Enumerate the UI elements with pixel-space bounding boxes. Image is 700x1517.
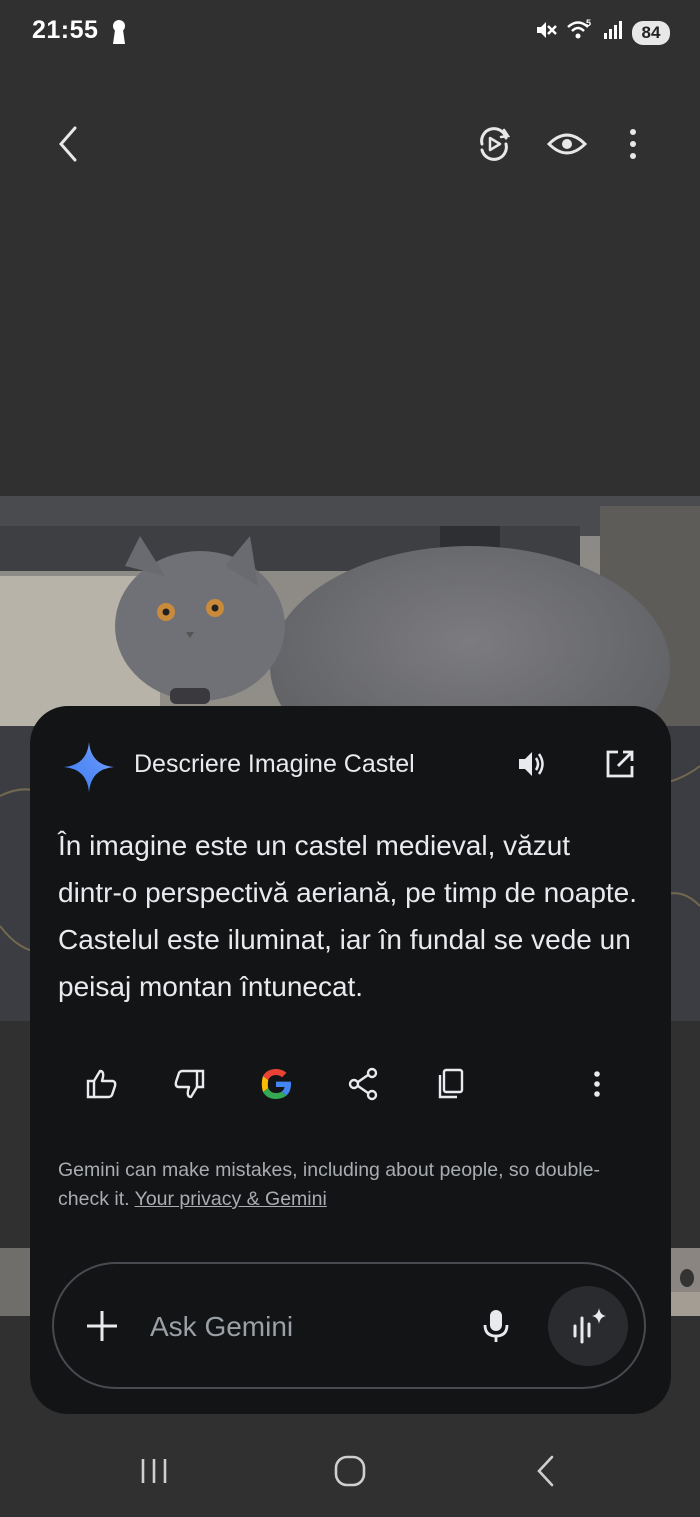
thumbs-up-icon	[86, 1069, 117, 1099]
wifi-5-icon: 5	[566, 18, 594, 47]
recents-icon	[141, 1459, 167, 1483]
gemini-live-icon	[573, 1308, 606, 1344]
system-nav-bar	[0, 1430, 700, 1517]
remaster-button[interactable]	[462, 112, 526, 176]
recents-button[interactable]	[124, 1446, 184, 1496]
gemini-overlay-card: Descriere Imagine Castel În imagine este…	[30, 706, 671, 1414]
system-back-button[interactable]	[516, 1446, 576, 1496]
google-search-button[interactable]	[248, 1056, 304, 1112]
gallery-toolbar	[0, 112, 700, 176]
gemini-card-header: Descriere Imagine Castel	[30, 736, 671, 796]
gemini-live-button[interactable]	[548, 1286, 628, 1366]
back-icon	[537, 1455, 554, 1487]
signal-icon	[602, 19, 624, 46]
more-vert-icon	[630, 129, 636, 159]
read-aloud-button[interactable]	[510, 742, 554, 786]
keyhole-lock-icon	[110, 19, 128, 50]
status-icons: 5 84	[534, 18, 670, 47]
thumbs-down-button[interactable]	[161, 1056, 217, 1112]
view-button[interactable]	[535, 112, 599, 176]
gemini-card-title: Descriere Imagine Castel	[134, 750, 415, 778]
google-icon	[261, 1069, 291, 1099]
more-actions-button[interactable]	[569, 1056, 625, 1112]
status-time: 21:55	[32, 16, 99, 44]
back-icon	[59, 126, 77, 162]
eye-icon	[546, 133, 588, 155]
microphone-button[interactable]	[472, 1302, 520, 1350]
speaker-icon	[519, 752, 544, 776]
response-actions	[30, 1056, 671, 1112]
more-vert-icon	[594, 1071, 600, 1097]
copy-icon	[438, 1068, 464, 1099]
mute-icon	[534, 18, 558, 47]
thumbs-down-icon	[174, 1069, 205, 1099]
plus-icon	[87, 1311, 117, 1341]
share-icon	[348, 1067, 378, 1101]
status-bar: 21:55 5 84	[0, 0, 700, 66]
battery-indicator: 84	[632, 20, 670, 45]
open-external-icon	[606, 750, 634, 778]
ask-gemini-input[interactable]	[148, 1302, 452, 1352]
home-icon	[334, 1455, 366, 1487]
gemini-spark-icon	[62, 740, 116, 799]
microphone-icon	[483, 1310, 509, 1342]
more-options-button[interactable]	[601, 112, 665, 176]
copy-button[interactable]	[422, 1056, 478, 1112]
thumbnail-right[interactable]	[671, 1248, 700, 1316]
share-button[interactable]	[335, 1056, 391, 1112]
privacy-link[interactable]: Your privacy & Gemini	[135, 1188, 327, 1210]
add-attachment-button[interactable]	[78, 1302, 126, 1350]
thumbnail-left[interactable]	[0, 1248, 30, 1316]
remaster-play-icon	[480, 127, 511, 161]
svg-text:5: 5	[586, 18, 591, 28]
home-button[interactable]	[320, 1446, 380, 1496]
thumbs-up-button[interactable]	[74, 1056, 130, 1112]
ask-gemini-box	[52, 1262, 646, 1389]
open-in-app-button[interactable]	[598, 742, 642, 786]
back-button[interactable]	[36, 112, 100, 176]
gemini-answer-text: În imagine este un castel medieval, văzu…	[58, 830, 638, 1002]
gemini-disclaimer: Gemini can make mistakes, including abou…	[58, 1156, 638, 1214]
